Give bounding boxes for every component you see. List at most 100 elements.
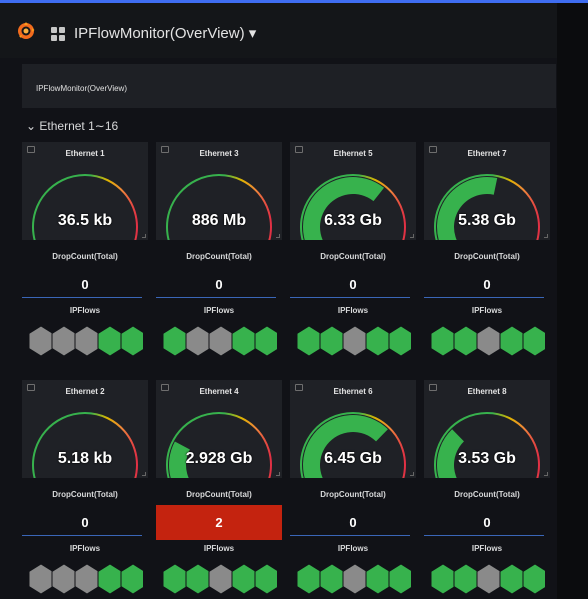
flow-hexagon-inactive[interactable] xyxy=(185,325,211,357)
flow-hexagon-active[interactable] xyxy=(254,325,277,357)
dropcount-value: 2 xyxy=(215,515,223,530)
dropcount-sparkline xyxy=(290,535,410,536)
ipflows-hexagons[interactable] xyxy=(27,325,143,357)
flow-hexagon-active[interactable] xyxy=(231,563,257,595)
panel-resize-handle[interactable] xyxy=(276,234,280,238)
flow-hexagon-inactive[interactable] xyxy=(74,563,100,595)
dropcount-stat[interactable]: 0 xyxy=(290,505,416,540)
flow-hexagon-active[interactable] xyxy=(499,325,525,357)
flow-hexagon-active[interactable] xyxy=(162,563,188,595)
flow-hexagon-active[interactable] xyxy=(319,325,345,357)
gauge-panel[interactable]: Ethernet 5 6.33 Gb xyxy=(290,142,416,240)
overview-text-panel: IPFlowMonitor(OverView) xyxy=(22,64,556,108)
flow-hexagon-inactive[interactable] xyxy=(28,563,54,595)
flow-hexagon-active[interactable] xyxy=(522,325,545,357)
flow-hexagon-active[interactable] xyxy=(120,563,143,595)
dropcount-stat[interactable]: 0 xyxy=(22,267,148,302)
flow-hexagon-inactive[interactable] xyxy=(74,325,100,357)
panel-title: Ethernet 6 xyxy=(333,387,373,396)
panel-resize-handle[interactable] xyxy=(544,234,548,238)
dropcount-label: DropCount(Total) xyxy=(454,490,520,499)
dropcount-stat[interactable]: 2 xyxy=(156,505,282,540)
flow-hexagon-inactive[interactable] xyxy=(28,325,54,357)
flow-hexagon-inactive[interactable] xyxy=(51,563,77,595)
dropcount-label: DropCount(Total) xyxy=(454,252,520,261)
flow-hexagon-active[interactable] xyxy=(319,563,345,595)
gauge-value-arc xyxy=(437,177,498,240)
ipflows-hexagons[interactable] xyxy=(429,563,545,595)
panel-title: Ethernet 3 xyxy=(199,149,239,158)
row-title-ethernet[interactable]: ⌄ Ethernet 1∼16 xyxy=(26,119,118,133)
ipflows-hexagons[interactable] xyxy=(295,325,411,357)
flow-hexagon-active[interactable] xyxy=(430,325,456,357)
ipflows-hexagons[interactable] xyxy=(161,325,277,357)
flow-hexagon-active[interactable] xyxy=(365,325,391,357)
panel-title: Ethernet 5 xyxy=(333,149,373,158)
flow-hexagon-active[interactable] xyxy=(365,563,391,595)
gauge-panel[interactable]: Ethernet 2 5.18 kb xyxy=(22,380,148,478)
ipflows-hexagons[interactable] xyxy=(429,325,545,357)
dropcount-sparkline xyxy=(22,535,142,536)
gauge-value: 6.33 Gb xyxy=(324,212,382,229)
dropcount-sparkline xyxy=(424,297,544,298)
gauge-value: 6.45 Gb xyxy=(324,450,382,467)
flow-hexagon-active[interactable] xyxy=(231,325,257,357)
gauge-panel[interactable]: Ethernet 1 36.5 kb xyxy=(22,142,148,240)
dropcount-stat[interactable]: 0 xyxy=(22,505,148,540)
flow-hexagon-inactive[interactable] xyxy=(208,563,234,595)
dropcount-stat[interactable]: 0 xyxy=(290,267,416,302)
panel-resize-handle[interactable] xyxy=(544,472,548,476)
dashboard-grid-icon[interactable] xyxy=(51,27,65,41)
flow-hexagon-active[interactable] xyxy=(388,563,411,595)
gauge-panel[interactable]: Ethernet 3 886 Mb xyxy=(156,142,282,240)
flow-hexagon-active[interactable] xyxy=(388,325,411,357)
flow-hexagon-inactive[interactable] xyxy=(342,563,368,595)
flow-hexagon-active[interactable] xyxy=(453,325,479,357)
gauge-panel[interactable]: Ethernet 7 5.38 Gb xyxy=(424,142,550,240)
flow-hexagon-inactive[interactable] xyxy=(342,325,368,357)
flow-hexagon-active[interactable] xyxy=(296,563,322,595)
dropcount-stat[interactable]: 0 xyxy=(424,505,550,540)
dropcount-sparkline xyxy=(424,535,544,536)
flow-hexagon-inactive[interactable] xyxy=(476,563,502,595)
flow-hexagon-active[interactable] xyxy=(430,563,456,595)
gauge-threshold-arc xyxy=(32,412,138,478)
flow-hexagon-active[interactable] xyxy=(120,325,143,357)
dropcount-stat[interactable]: 0 xyxy=(424,267,550,302)
flow-hexagon-inactive[interactable] xyxy=(208,325,234,357)
flow-hexagon-active[interactable] xyxy=(97,325,123,357)
ipflows-label: IPFlows xyxy=(203,306,235,315)
dropcount-stat[interactable]: 0 xyxy=(156,267,282,302)
panel-resize-handle[interactable] xyxy=(410,472,414,476)
flow-hexagon-active[interactable] xyxy=(296,325,322,357)
dropcount-label: DropCount(Total) xyxy=(186,252,252,261)
panel-resize-handle[interactable] xyxy=(142,234,146,238)
flow-hexagon-active[interactable] xyxy=(453,563,479,595)
flow-hexagon-active[interactable] xyxy=(162,325,188,357)
panel-title: Ethernet 2 xyxy=(65,387,105,396)
dropcount-value: 0 xyxy=(81,515,89,530)
panel-resize-handle[interactable] xyxy=(142,472,146,476)
flow-hexagon-active[interactable] xyxy=(522,563,545,595)
gauge-threshold-arc xyxy=(32,174,138,240)
panel-resize-handle[interactable] xyxy=(410,234,414,238)
panel-resize-handle[interactable] xyxy=(276,472,280,476)
dashboard-title-picker[interactable]: IPFlowMonitor(OverView) ▾ xyxy=(74,24,256,42)
gauge-panel[interactable]: Ethernet 8 3.53 Gb xyxy=(424,380,550,478)
ipflows-hexagons[interactable] xyxy=(295,563,411,595)
gauge-panel[interactable]: Ethernet 6 6.45 Gb xyxy=(290,380,416,478)
panel-title: Ethernet 4 xyxy=(199,387,239,396)
grafana-logo-icon[interactable] xyxy=(16,21,36,41)
flow-hexagon-active[interactable] xyxy=(97,563,123,595)
flow-hexagon-inactive[interactable] xyxy=(51,325,77,357)
gauge-value-arc xyxy=(303,177,385,240)
flow-hexagon-active[interactable] xyxy=(254,563,277,595)
gauge-panel[interactable]: Ethernet 4 2.928 Gb xyxy=(156,380,282,478)
flow-hexagon-inactive[interactable] xyxy=(476,325,502,357)
ipflows-label: IPFlows xyxy=(471,544,503,553)
flow-hexagon-active[interactable] xyxy=(185,563,211,595)
flow-hexagon-active[interactable] xyxy=(499,563,525,595)
ipflows-hexagons[interactable] xyxy=(161,563,277,595)
gauge-value: 886 Mb xyxy=(191,212,247,229)
ipflows-hexagons[interactable] xyxy=(27,563,143,595)
